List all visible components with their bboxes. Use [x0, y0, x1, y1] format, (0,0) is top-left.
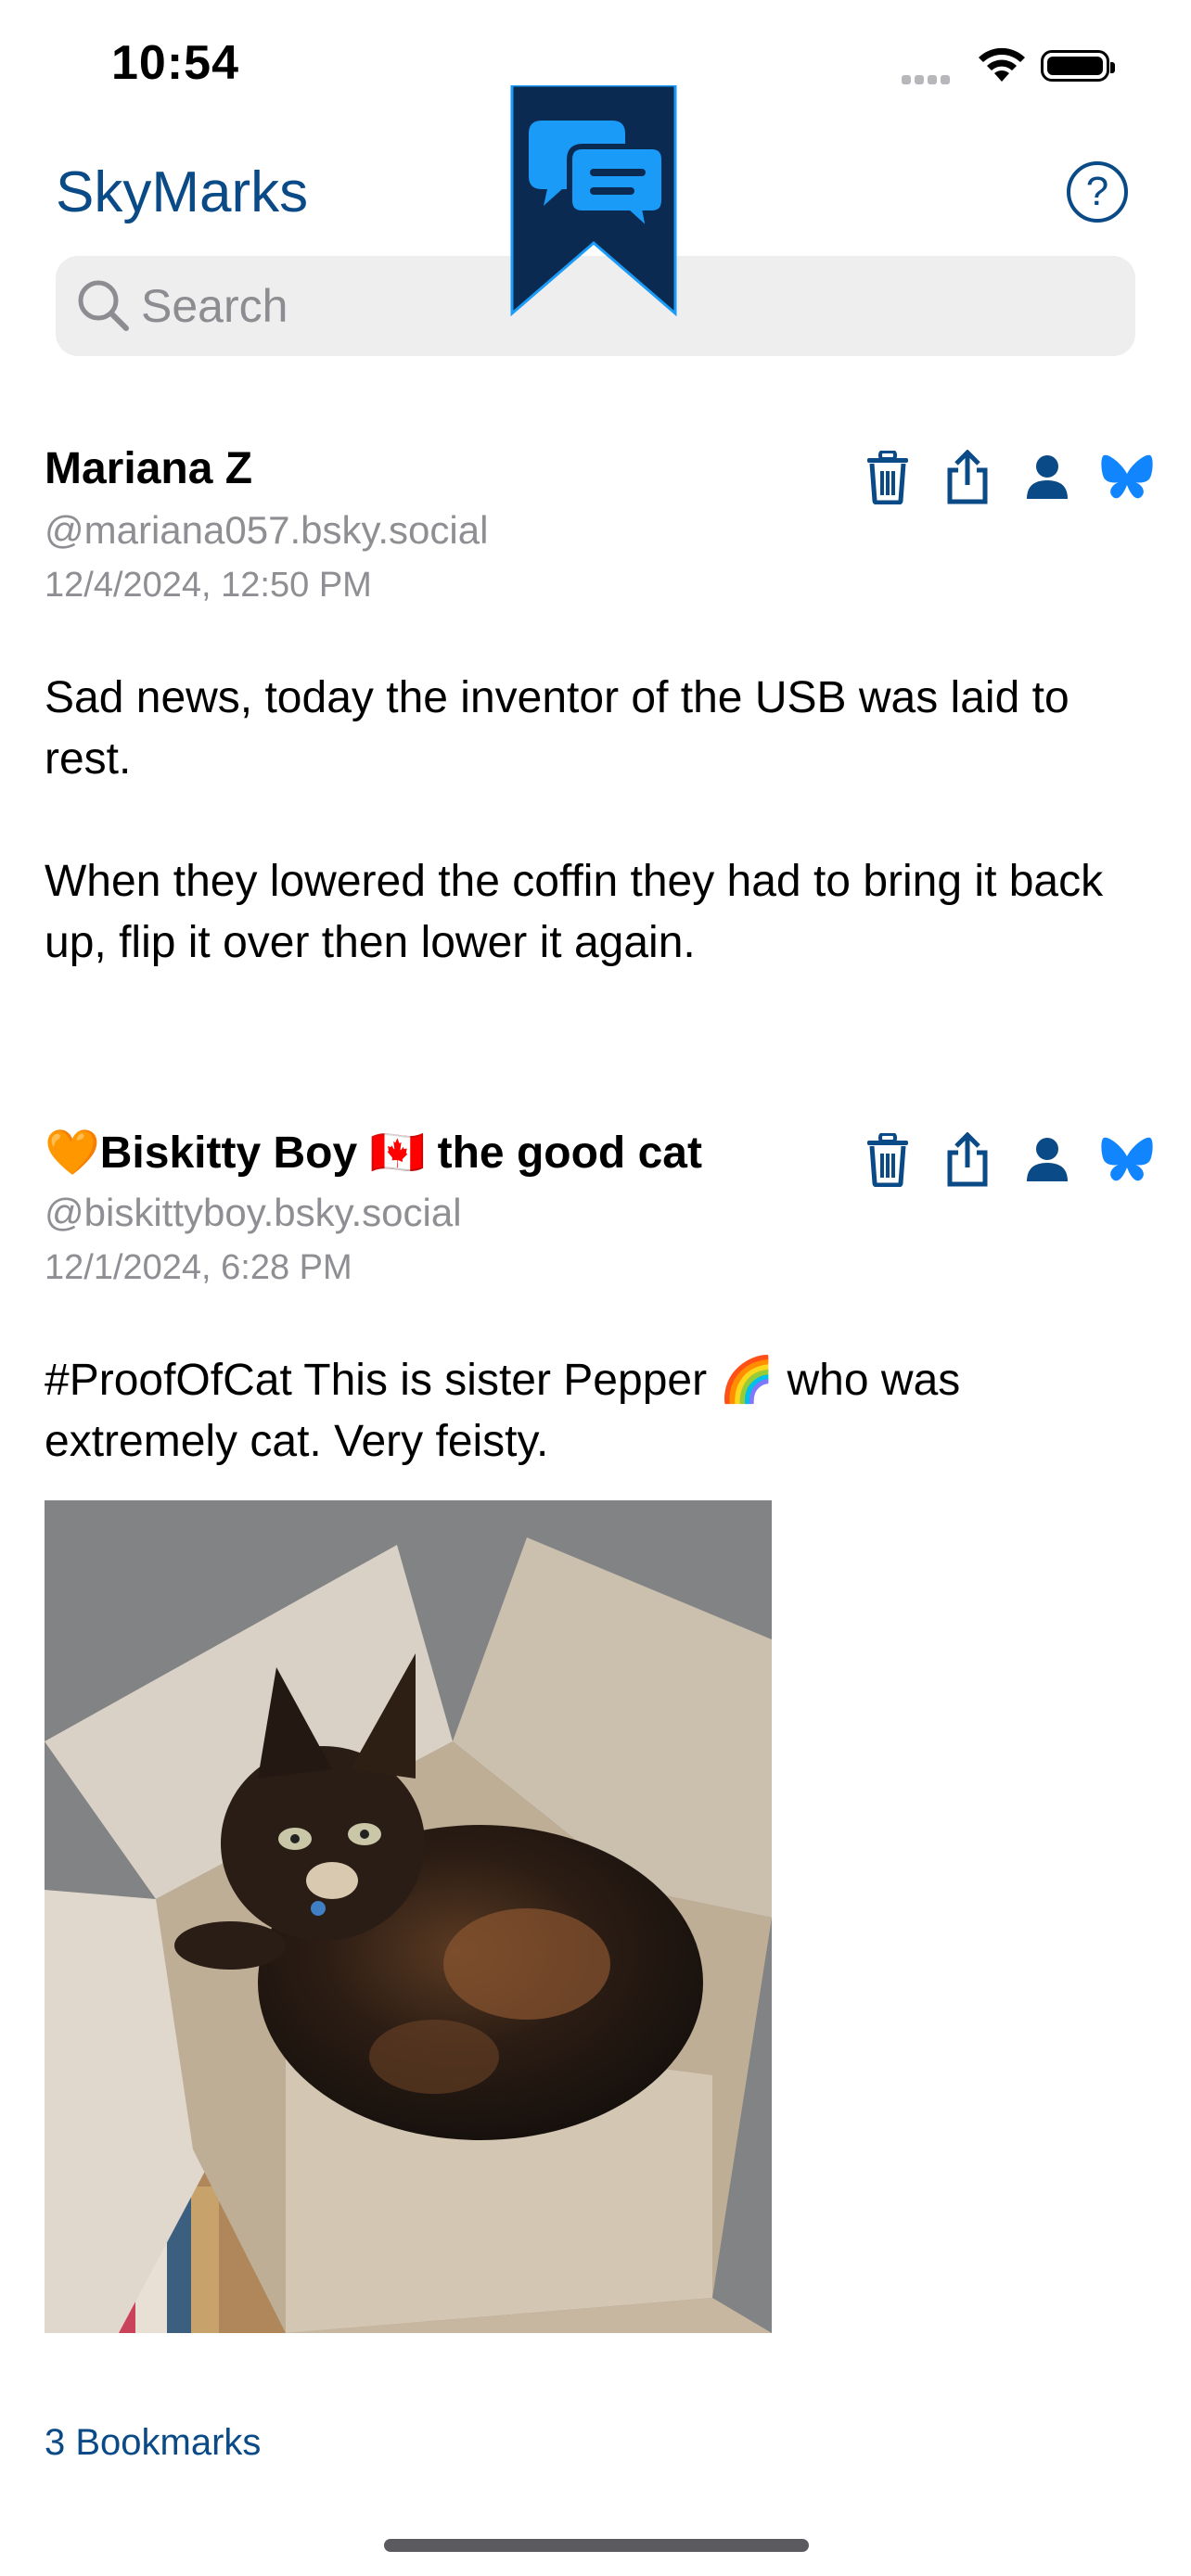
app-title: SkyMarks	[56, 160, 309, 224]
help-button[interactable]: ?	[1067, 161, 1128, 223]
search-icon	[74, 276, 132, 338]
post-date: 12/4/2024, 12:50 PM	[45, 566, 372, 605]
bookmark-logo-icon	[508, 83, 679, 319]
profile-icon[interactable]	[1018, 447, 1076, 508]
post-author: Mariana Z	[45, 444, 253, 493]
butterfly-icon[interactable]	[1098, 1129, 1156, 1191]
post-author: 🧡Biskitty Boy 🇨🇦 the good cat	[45, 1129, 702, 1178]
share-icon[interactable]	[939, 447, 996, 508]
battery-icon	[1041, 50, 1115, 82]
trash-icon[interactable]	[859, 447, 916, 508]
post-text: Sad news, today the inventor of the USB …	[45, 673, 1104, 967]
post-actions	[859, 445, 1156, 510]
post-handle: @mariana057.bsky.social	[45, 508, 489, 552]
post-actions	[859, 1128, 1156, 1192]
bookmark-count: 3 Bookmarks	[45, 2422, 262, 2463]
post-image[interactable]	[45, 1500, 772, 2333]
signal-icon	[902, 72, 954, 89]
status-time: 10:54	[111, 36, 239, 90]
post-date: 12/1/2024, 6:28 PM	[45, 1248, 352, 1287]
wifi-icon	[976, 45, 1028, 88]
butterfly-icon[interactable]	[1098, 447, 1156, 508]
share-icon[interactable]	[939, 1129, 996, 1191]
profile-icon[interactable]	[1018, 1129, 1076, 1191]
post-handle: @biskittyboy.bsky.social	[45, 1191, 462, 1234]
post-text: #ProofOfCat This is sister Pepper 🌈 who …	[45, 1356, 973, 1466]
home-indicator[interactable]	[384, 2539, 809, 2552]
trash-icon[interactable]	[859, 1129, 916, 1191]
